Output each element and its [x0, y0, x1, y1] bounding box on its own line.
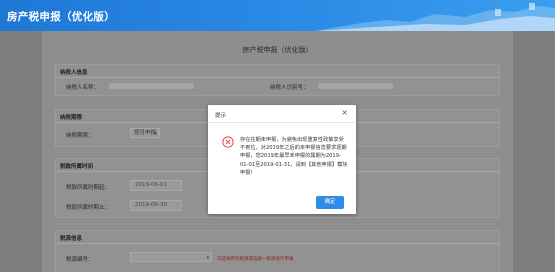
app-header: 房产税申报（优化版） — [0, 0, 555, 31]
taxpayer-name-label: 纳税人名称： — [66, 85, 100, 91]
chevron-down-icon: ▾ — [154, 131, 157, 137]
taxpayer-name-value — [109, 83, 194, 89]
divider — [56, 243, 499, 244]
tax-period-start-label: 税款所属时期起： — [66, 185, 111, 191]
taxpayer-section: 纳税人信息 纳税人名称： 纳税人识别号： — [55, 64, 500, 96]
close-icon[interactable]: × — [341, 109, 348, 117]
tax-period-start-input[interactable]: 2019-06-01 — [130, 180, 182, 191]
source-select[interactable]: ▾ — [130, 252, 212, 262]
source-section-title: 税源信息 — [60, 236, 83, 242]
app-title: 房产税申报（优化版） — [7, 11, 115, 23]
period-label: 纳税期限： — [66, 133, 94, 139]
tax-period-end-input[interactable]: 2019-06-30 — [130, 200, 182, 211]
confirm-button[interactable]: 确定 — [316, 196, 344, 209]
period-select-value: 按月申报 — [134, 130, 157, 136]
tax-period-end-label: 税款所属时期止： — [66, 205, 111, 211]
tax-period-section-title: 税款所属时间 — [60, 164, 94, 170]
source-label: 税源编号： — [66, 257, 94, 263]
alert-dialog: 提示 × 存在往期未申报，为避免出现重复性政策享受不到位，对2019年之后的未申… — [208, 105, 356, 214]
source-hint: 可选择所有税源或选择一税源进行申报 — [217, 257, 294, 262]
taxpayer-id-value — [318, 83, 393, 89]
dialog-message: 存在往期未申报，为避免出现重复性政策享受不到位，对2019年之后的未申报信息要求… — [240, 137, 348, 176]
source-section: 税源信息 税源编号： ▾ 可选择所有税源或选择一税源进行申报 — [55, 230, 500, 272]
divider — [56, 77, 499, 78]
error-circle-icon — [222, 136, 234, 148]
page-title: 房产税申报（优化版） — [242, 46, 313, 54]
dialog-title: 提示 — [215, 113, 227, 119]
period-select[interactable]: 按月申报 ▾ — [130, 128, 160, 138]
taxpayer-section-title: 纳税人信息 — [60, 70, 88, 76]
taxpayer-id-label: 纳税人识别号： — [270, 85, 309, 91]
divider — [208, 122, 356, 123]
period-section-title: 纳税期限 — [60, 115, 83, 121]
great-wall-icon — [315, 3, 555, 31]
chevron-down-icon: ▾ — [206, 255, 209, 261]
